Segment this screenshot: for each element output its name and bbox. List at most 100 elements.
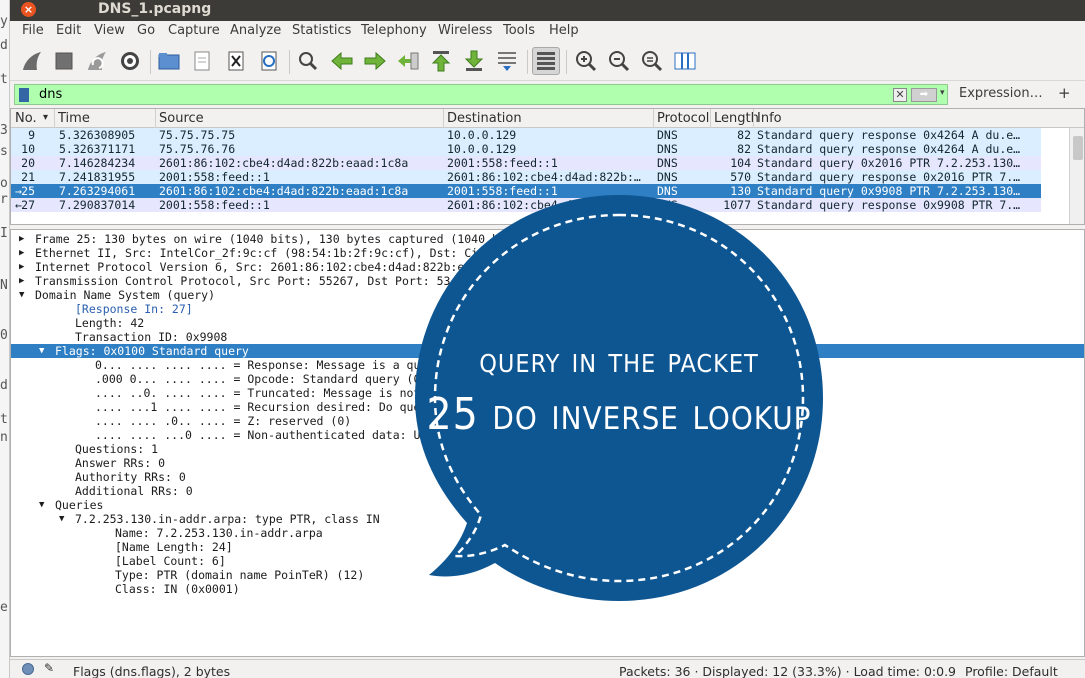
status-profile[interactable]: Profile: Default bbox=[965, 664, 1058, 678]
column-header-time[interactable]: Time bbox=[58, 111, 90, 126]
detail-line[interactable]: Transaction ID: 0x9908 bbox=[11, 330, 1084, 344]
detail-line[interactable]: Additional RRs: 0 bbox=[11, 484, 1084, 498]
expand-arrow-icon[interactable]: ▶ bbox=[19, 274, 24, 288]
collapse-arrow-icon[interactable]: ▼ bbox=[39, 498, 44, 512]
packet-list-scrollbar[interactable] bbox=[1069, 128, 1084, 224]
collapse-arrow-icon[interactable]: ▼ bbox=[59, 512, 64, 526]
edit-comment-icon[interactable]: ✎ bbox=[44, 661, 54, 675]
menu-file[interactable]: File bbox=[22, 23, 44, 38]
packet-row[interactable]: 9 5.326308905 75.75.75.75 10.0.0.129 DNS 82 St… bbox=[11, 128, 1041, 142]
find-packet-icon[interactable] bbox=[294, 47, 322, 75]
detail-line[interactable]: ▶ Ethernet II, Src: IntelCor_2f:9c:cf (98… bbox=[11, 246, 1084, 260]
packet-row[interactable]: 27 7.290837014 2001:558:feed::1 2601:86:102… bbox=[11, 198, 1041, 212]
detail-line[interactable]: .000 0... .... .... = Opcode: Standard q… bbox=[11, 372, 1084, 386]
menu-tools[interactable]: Tools bbox=[503, 23, 535, 38]
column-divider[interactable] bbox=[710, 109, 711, 128]
menu-help[interactable]: Help bbox=[549, 23, 579, 38]
detail-text: [Response In: 27] bbox=[75, 302, 193, 316]
detail-line[interactable]: Authority RRs: 0 bbox=[11, 470, 1084, 484]
packet-row[interactable]: 10 5.326371171 75.75.76.76 10.0.0.129 DNS 82 S… bbox=[11, 142, 1041, 156]
save-file-icon[interactable] bbox=[188, 47, 216, 75]
go-last-icon[interactable] bbox=[460, 47, 488, 75]
detail-line[interactable]: ▶ Transmission Control Protocol, Src Port… bbox=[11, 274, 1084, 288]
display-filter-input[interactable]: dns ✕ ➡ ▾ bbox=[14, 84, 948, 105]
detail-line[interactable]: Type: PTR (domain name PoinTeR) (12) bbox=[11, 568, 1084, 582]
detail-line[interactable]: [Name Length: 24] bbox=[11, 540, 1084, 554]
capture-options-gear-icon[interactable] bbox=[116, 47, 144, 75]
menu-view[interactable]: View bbox=[94, 23, 125, 38]
column-divider[interactable] bbox=[753, 109, 754, 128]
expression-button[interactable]: Expression… bbox=[959, 86, 1043, 101]
column-divider[interactable] bbox=[653, 109, 654, 128]
zoom-out-icon[interactable] bbox=[605, 47, 633, 75]
apply-filter-icon[interactable]: ➡ bbox=[911, 88, 937, 102]
reload-icon[interactable] bbox=[255, 47, 283, 75]
go-to-packet-icon[interactable] bbox=[394, 47, 422, 75]
column-divider[interactable] bbox=[443, 109, 444, 128]
go-forward-icon[interactable] bbox=[361, 47, 389, 75]
detail-line[interactable]: .... ...1 .... .... = Recursion desired:… bbox=[11, 400, 1084, 414]
detail-line[interactable]: Class: IN (0x0001) bbox=[11, 582, 1084, 596]
detail-line[interactable]: Questions: 1 bbox=[11, 442, 1084, 456]
packet-row[interactable]: 20 7.146284234 2601:86:102:cbe4:d4ad:822b:… bbox=[11, 156, 1041, 170]
detail-line[interactable]: .... .... .0.. .... = Z: reserved (0) bbox=[11, 414, 1084, 428]
add-filter-button[interactable]: + bbox=[1058, 84, 1071, 102]
menu-telephony[interactable]: Telephony bbox=[361, 23, 427, 38]
restart-fin-icon[interactable] bbox=[83, 47, 111, 75]
packet-row[interactable]: 25 7.263294061 2601:86:102:cbe4:d4ad:822b:… bbox=[11, 184, 1041, 198]
expand-arrow-icon[interactable]: ▶ bbox=[19, 246, 24, 260]
sort-arrow-icon[interactable]: ▾ bbox=[43, 112, 48, 123]
column-header-protocol[interactable]: Protocol bbox=[657, 111, 709, 126]
menu-wireless[interactable]: Wireless bbox=[438, 23, 492, 38]
column-divider[interactable] bbox=[54, 109, 55, 128]
detail-line[interactable]: ▼ 7.2.253.130.in-addr.arpa: type PTR, cla… bbox=[11, 512, 1084, 526]
detail-line[interactable]: 0... .... .... .... = Response: Message … bbox=[11, 358, 1084, 372]
detail-line[interactable]: ▶ Internet Protocol Version 6, Src: 2601:… bbox=[11, 260, 1084, 274]
column-divider[interactable] bbox=[155, 109, 156, 128]
column-header-destination[interactable]: Destination bbox=[447, 111, 522, 126]
menu-go[interactable]: Go bbox=[137, 23, 155, 38]
open-folder-icon[interactable] bbox=[155, 47, 183, 75]
detail-line[interactable]: ▼ Flags: 0x0100 Standard query bbox=[11, 344, 1084, 358]
close-icon[interactable]: × bbox=[21, 2, 36, 17]
stop-square-icon[interactable] bbox=[50, 47, 78, 75]
bookmark-icon[interactable] bbox=[19, 88, 29, 102]
column-header-no[interactable]: No. bbox=[15, 111, 37, 126]
packet-row[interactable]: 21 7.241831955 2001:558:feed::1 2601:86:102… bbox=[11, 170, 1041, 184]
filter-text[interactable]: dns bbox=[39, 87, 62, 102]
clear-filter-icon[interactable]: ✕ bbox=[893, 88, 907, 102]
expand-arrow-icon[interactable]: ▶ bbox=[19, 232, 24, 246]
detail-line[interactable]: ▶ Frame 25: 130 bytes on wire (1040 bits)… bbox=[11, 232, 1084, 246]
go-first-icon[interactable] bbox=[427, 47, 455, 75]
expert-info-icon[interactable] bbox=[22, 663, 34, 675]
column-header-info[interactable]: Info bbox=[757, 111, 782, 126]
resize-columns-icon[interactable] bbox=[671, 47, 699, 75]
detail-line[interactable]: .... ..0. .... .... = Truncated: Message… bbox=[11, 386, 1084, 400]
collapse-arrow-icon[interactable]: ▼ bbox=[19, 288, 24, 302]
detail-line[interactable]: [Label Count: 6] bbox=[11, 554, 1084, 568]
go-back-icon[interactable] bbox=[328, 47, 356, 75]
zoom-in-icon[interactable] bbox=[572, 47, 600, 75]
expand-arrow-icon[interactable]: ▶ bbox=[19, 260, 24, 274]
column-header-source[interactable]: Source bbox=[159, 111, 204, 126]
detail-line[interactable]: ▼ Domain Name System (query) bbox=[11, 288, 1084, 302]
edge-char: t bbox=[0, 72, 8, 87]
menu-capture[interactable]: Capture bbox=[168, 23, 220, 38]
scrollbar-thumb[interactable] bbox=[1073, 136, 1083, 160]
menu-analyze[interactable]: Analyze bbox=[230, 23, 281, 38]
colorize-icon[interactable] bbox=[532, 47, 560, 75]
detail-line[interactable]: .... .... ...0 .... = Non-authenticated … bbox=[11, 428, 1084, 442]
detail-line[interactable]: [Response In: 27] bbox=[11, 302, 1084, 316]
close-file-icon[interactable] bbox=[222, 47, 250, 75]
filter-history-chevron-icon[interactable]: ▾ bbox=[940, 88, 950, 98]
shark-fin-start-icon[interactable] bbox=[18, 47, 46, 75]
auto-scroll-icon[interactable] bbox=[493, 47, 521, 75]
detail-line[interactable]: Answer RRs: 0 bbox=[11, 456, 1084, 470]
detail-line[interactable]: Name: 7.2.253.130.in-addr.arpa bbox=[11, 526, 1084, 540]
detail-line[interactable]: ▼ Queries bbox=[11, 498, 1084, 512]
zoom-normal-icon[interactable] bbox=[638, 47, 666, 75]
detail-line[interactable]: Length: 42 bbox=[11, 316, 1084, 330]
menu-edit[interactable]: Edit bbox=[56, 23, 81, 38]
collapse-arrow-icon[interactable]: ▼ bbox=[39, 344, 44, 358]
menu-statistics[interactable]: Statistics bbox=[292, 23, 351, 38]
